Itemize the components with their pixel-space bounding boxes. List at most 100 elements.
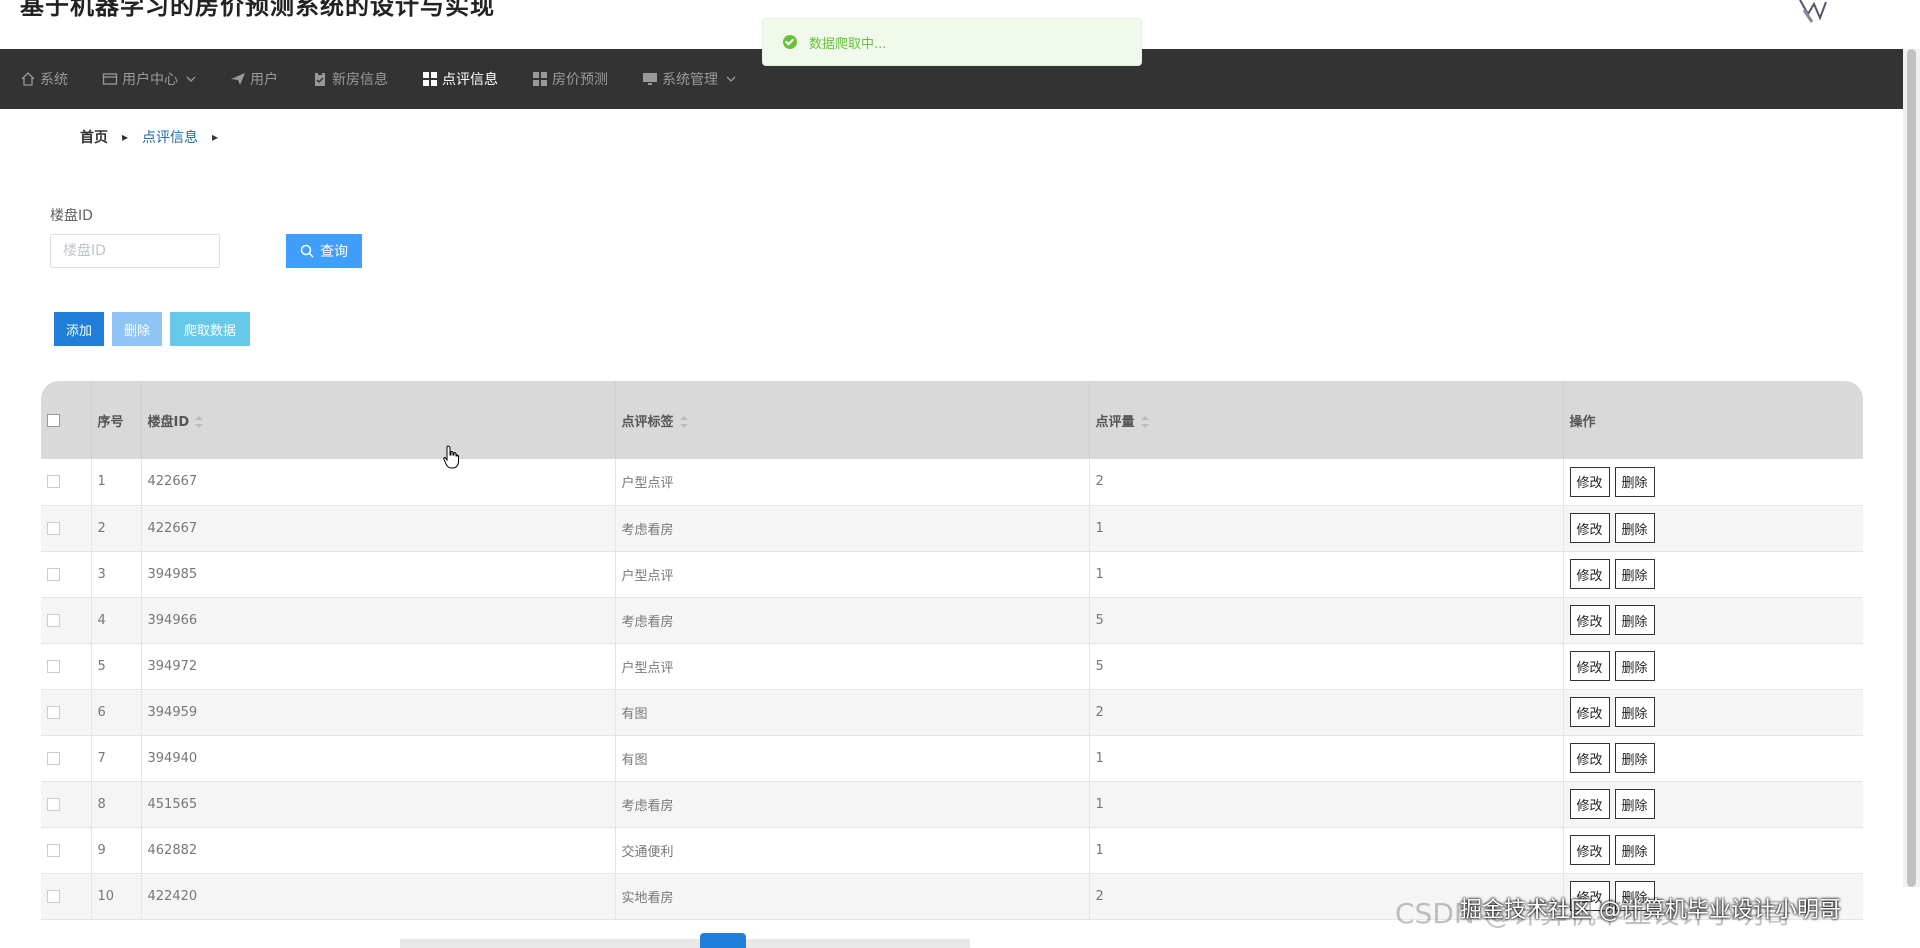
search-button-label: 查询 <box>320 243 348 259</box>
page: 基于机器学习的房价预测系统的设计与实现 系统 用户中心 用户 新房信息 点评信息 <box>0 0 1920 948</box>
cell-ops: 修改 删除 <box>1563 597 1863 643</box>
cell-tag: 户型点评 <box>615 643 1090 689</box>
header-index: 序号 <box>91 381 142 459</box>
batch-delete-button[interactable]: 删除 <box>112 312 162 346</box>
row-checkbox[interactable] <box>47 475 60 489</box>
cell-tag: 考虑看房 <box>615 505 1090 551</box>
row-checkbox[interactable] <box>47 613 60 627</box>
edit-button[interactable]: 修改 <box>1569 835 1610 865</box>
cell-tag: 考虑看房 <box>615 597 1090 643</box>
table-row: 8 451565 考虑看房 1 修改 删除 <box>41 781 1863 827</box>
success-icon <box>783 35 797 49</box>
row-checkbox[interactable] <box>47 797 60 811</box>
cell-ops: 修改 删除 <box>1563 505 1863 551</box>
row-select-cell <box>41 459 92 505</box>
header-label: 点评量 <box>1095 414 1135 430</box>
cell-count: 5 <box>1089 643 1564 689</box>
delete-button[interactable]: 删除 <box>1614 466 1655 497</box>
header-building-id[interactable]: 楼盘ID <box>141 381 616 459</box>
edit-button[interactable]: 修改 <box>1569 466 1610 497</box>
cell-building-id: 422667 <box>141 459 616 505</box>
row-checkbox[interactable] <box>47 567 60 581</box>
row-select-cell <box>41 827 92 873</box>
nav-label: 用户 <box>250 72 278 88</box>
sort-icon[interactable] <box>195 416 204 428</box>
cell-tag: 户型点评 <box>615 551 1090 597</box>
toast-message: 数据爬取中... <box>762 18 1142 66</box>
nav-item-user[interactable]: 用户 <box>230 49 278 109</box>
edit-button[interactable]: 修改 <box>1569 743 1610 773</box>
table-header-row: 序号 楼盘ID 点评标签 点评量 操作 <box>41 381 1863 459</box>
cell-ops: 修改 删除 <box>1563 643 1863 689</box>
table-row: 6 394959 有图 2 修改 删除 <box>41 689 1863 735</box>
nav-item-reviews[interactable]: 点评信息 <box>422 49 498 109</box>
edit-button[interactable]: 修改 <box>1569 513 1610 543</box>
cell-building-id: 394966 <box>141 597 616 643</box>
sort-icon[interactable] <box>679 416 688 428</box>
nav-item-price-prediction[interactable]: 房价预测 <box>532 49 608 109</box>
delete-button[interactable]: 删除 <box>1614 743 1655 773</box>
delete-button[interactable]: 删除 <box>1614 789 1655 819</box>
building-id-input[interactable] <box>50 234 220 268</box>
table-row: 1 422667 户型点评 2 修改 删除 <box>41 459 1863 505</box>
edit-button[interactable]: 修改 <box>1569 697 1610 727</box>
cell-tag: 交通便利 <box>615 827 1090 873</box>
chevron-down-icon <box>186 76 196 82</box>
row-checkbox[interactable] <box>47 521 60 535</box>
nav-item-system[interactable]: 系统 <box>20 49 68 109</box>
add-button[interactable]: 添加 <box>54 312 104 346</box>
delete-button[interactable]: 删除 <box>1614 697 1655 727</box>
cell-ops: 修改 删除 <box>1563 689 1863 735</box>
nav-item-new-house[interactable]: 新房信息 <box>312 49 388 109</box>
chevron-right-icon: ▸ <box>122 130 129 144</box>
breadcrumb-current: 点评信息 <box>142 130 199 146</box>
delete-button[interactable]: 删除 <box>1614 605 1655 635</box>
nav-item-user-center[interactable]: 用户中心 <box>102 49 196 109</box>
avatar[interactable] <box>1790 0 1830 26</box>
cell-index: 10 <box>91 873 142 919</box>
sort-icon[interactable] <box>1140 416 1149 428</box>
header-tag[interactable]: 点评标签 <box>615 381 1090 459</box>
row-checkbox[interactable] <box>47 843 60 857</box>
edit-button[interactable]: 修改 <box>1569 789 1610 819</box>
row-checkbox[interactable] <box>47 889 60 903</box>
breadcrumb-home[interactable]: 首页 <box>80 127 108 147</box>
edit-button[interactable]: 修改 <box>1569 605 1610 635</box>
delete-button[interactable]: 删除 <box>1614 835 1655 865</box>
cell-tag: 有图 <box>615 735 1090 781</box>
edit-button[interactable]: 修改 <box>1569 651 1610 681</box>
edit-button[interactable]: 修改 <box>1569 559 1610 589</box>
search-icon <box>300 244 314 258</box>
row-select-cell <box>41 781 92 827</box>
delete-button[interactable]: 删除 <box>1614 651 1655 681</box>
crawl-data-button[interactable]: 爬取数据 <box>170 312 250 346</box>
row-checkbox[interactable] <box>47 659 60 673</box>
delete-button[interactable]: 删除 <box>1614 513 1655 543</box>
cell-building-id: 394940 <box>141 735 616 781</box>
cell-tag: 户型点评 <box>615 459 1090 505</box>
row-checkbox[interactable] <box>47 705 60 719</box>
scrollbar-thumb[interactable] <box>1907 49 1916 887</box>
cell-ops: 修改 删除 <box>1563 735 1863 781</box>
cell-index: 4 <box>91 597 142 643</box>
header-label: 点评标签 <box>621 414 674 430</box>
vertical-scrollbar[interactable] <box>1903 49 1920 887</box>
select-all-checkbox[interactable] <box>47 413 60 427</box>
nav-label: 系统管理 <box>662 72 718 88</box>
chevron-down-icon <box>726 76 736 82</box>
delete-button[interactable]: 删除 <box>1614 559 1655 589</box>
cell-count: 1 <box>1089 735 1564 781</box>
cell-count: 1 <box>1089 505 1564 551</box>
cell-index: 6 <box>91 689 142 735</box>
header-count[interactable]: 点评量 <box>1089 381 1564 459</box>
paper-plane-icon <box>231 73 245 85</box>
search-button[interactable]: 查询 <box>286 234 362 268</box>
row-select-cell <box>41 643 92 689</box>
row-select-cell <box>41 551 92 597</box>
nav-item-system-management[interactable]: 系统管理 <box>642 49 736 109</box>
reviews-table: 序号 楼盘ID 点评标签 点评量 操作 1 422667 户型点评 2 修改 删除 2 422… <box>41 381 1863 920</box>
row-checkbox[interactable] <box>47 751 60 765</box>
bottom-tab[interactable] <box>700 933 746 948</box>
search-label: 楼盘ID <box>50 208 93 224</box>
row-select-cell <box>41 505 92 551</box>
